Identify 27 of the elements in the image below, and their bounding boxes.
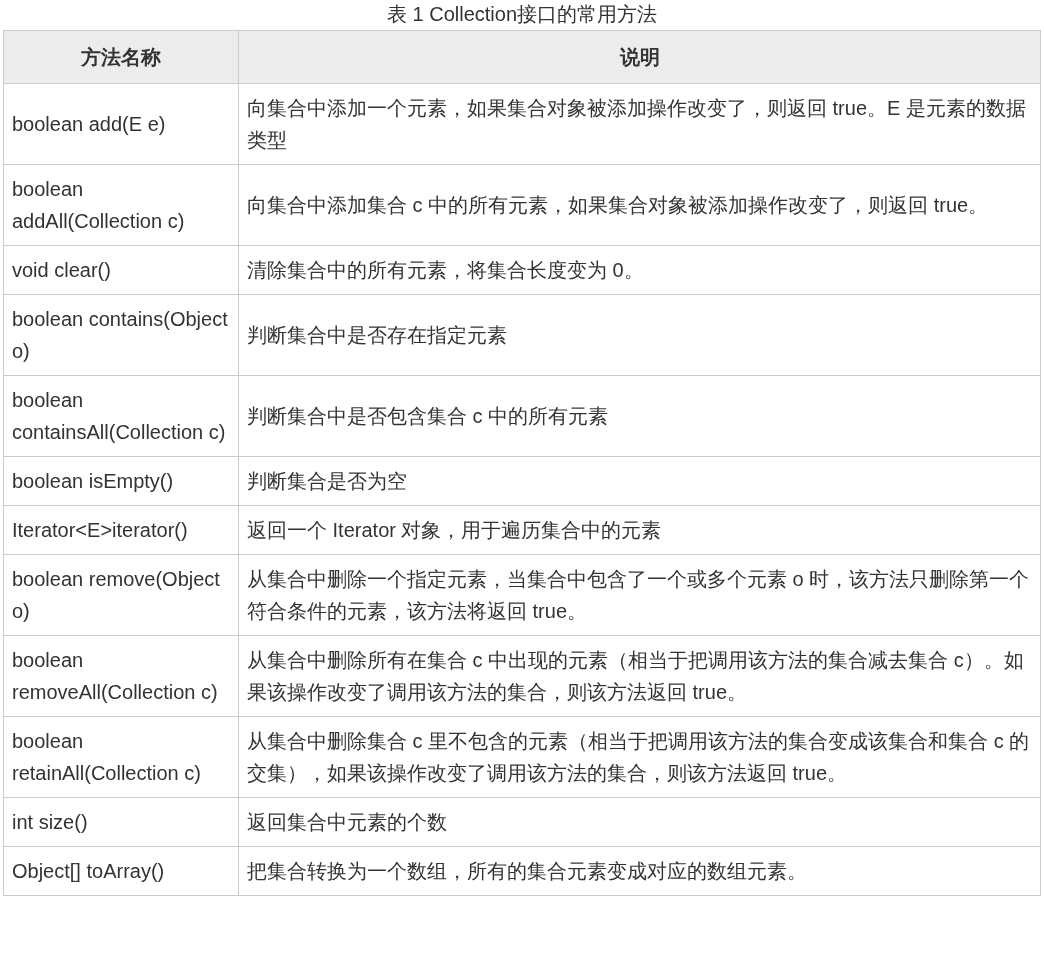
method-cell: boolean removeAll(Collection c) — [3, 635, 239, 717]
description-cell: 清除集合中的所有元素，将集合长度变为 0。 — [238, 245, 1041, 295]
description-cell: 把集合转换为一个数组，所有的集合元素变成对应的数组元素。 — [238, 846, 1041, 896]
description-cell: 从集合中删除集合 c 里不包含的元素（相当于把调用该方法的集合变成该集合和集合 c 的交集），如果该操作改变了调用该方法的集合，则该方法返回 true。 — [238, 716, 1041, 798]
method-cell: Iterator<E>iterator() — [3, 505, 239, 555]
method-cell: boolean isEmpty() — [3, 456, 239, 506]
description-cell: 从集合中删除所有在集合 c 中出现的元素（相当于把调用该方法的集合减去集合 c）。如果该操作改变了调用该方法的集合，则该方法返回 true。 — [238, 635, 1041, 717]
description-cell: 判断集合是否为空 — [238, 456, 1041, 506]
description-cell: 判断集合中是否包含集合 c 中的所有元素 — [238, 375, 1041, 457]
description-cell: 向集合中添加一个元素，如果集合对象被添加操作改变了，则返回 true。E 是元素的数据类型 — [238, 83, 1041, 165]
column-header: 说明 — [238, 30, 1041, 84]
description-cell: 从集合中删除一个指定元素，当集合中包含了一个或多个元素 o 时，该方法只删除第一个符合条件的元素，该方法将返回 true。 — [238, 554, 1041, 636]
method-cell: boolean remove(Object o) — [3, 554, 239, 636]
description-cell: 返回集合中元素的个数 — [238, 797, 1041, 847]
method-cell: void clear() — [3, 245, 239, 295]
table-caption: 表 1 Collection接口的常用方法 — [386, 2, 658, 27]
method-cell: boolean containsAll(Collection c) — [3, 375, 239, 457]
method-cell: int size() — [3, 797, 239, 847]
method-cell: boolean contains(Object o) — [3, 294, 239, 376]
method-cell: boolean add(E e) — [3, 83, 239, 165]
method-cell: boolean retainAll(Collection c) — [3, 716, 239, 798]
description-cell: 判断集合中是否存在指定元素 — [238, 294, 1041, 376]
method-cell: Object[] toArray() — [3, 846, 239, 896]
column-header: 方法名称 — [3, 30, 239, 84]
description-cell: 返回一个 Iterator 对象，用于遍历集合中的元素 — [238, 505, 1041, 555]
description-cell: 向集合中添加集合 c 中的所有元素，如果集合对象被添加操作改变了，则返回 true。 — [238, 164, 1041, 246]
method-cell: boolean addAll(Collection c) — [3, 164, 239, 246]
